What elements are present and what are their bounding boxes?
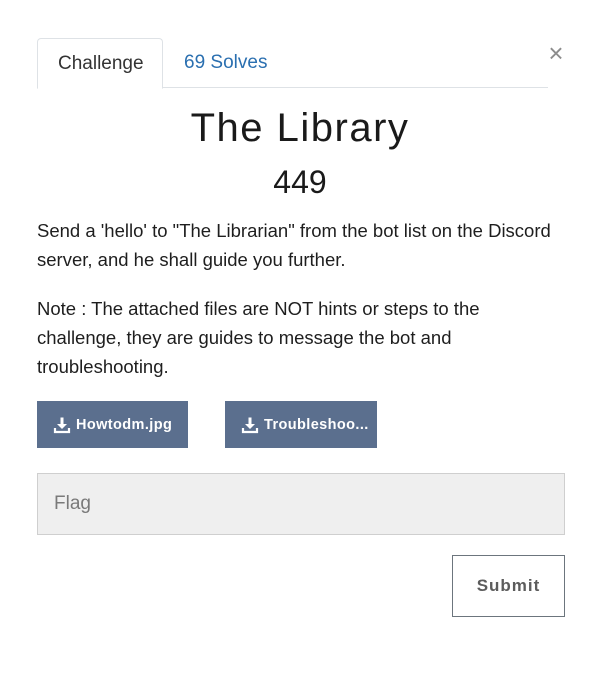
challenge-description: Send a 'hello' to "The Librarian" from t… bbox=[37, 220, 551, 270]
close-icon[interactable]: × bbox=[545, 38, 567, 68]
tab-solves[interactable]: 69 Solves bbox=[164, 38, 287, 89]
download-icon bbox=[241, 417, 259, 433]
file-download-button-troubleshooting[interactable]: Troubleshoo... bbox=[225, 401, 377, 448]
file-label: Howtodm.jpg bbox=[76, 416, 173, 433]
challenge-title: The Library bbox=[190, 106, 410, 150]
tab-challenge[interactable]: Challenge bbox=[37, 38, 163, 89]
challenge-points: 449 bbox=[273, 164, 327, 200]
challenge-modal: Challenge 69 Solves × The Library 449 Se… bbox=[0, 0, 600, 673]
file-label: Troubleshoo... bbox=[264, 416, 369, 433]
submit-button[interactable]: Submit bbox=[452, 555, 565, 617]
download-icon bbox=[53, 417, 71, 433]
challenge-note: Note : The attached files are NOT hints … bbox=[37, 298, 480, 377]
tab-bar: Challenge 69 Solves bbox=[37, 38, 548, 89]
flag-input[interactable] bbox=[37, 473, 565, 535]
file-download-button-howtodm[interactable]: Howtodm.jpg bbox=[37, 401, 188, 448]
